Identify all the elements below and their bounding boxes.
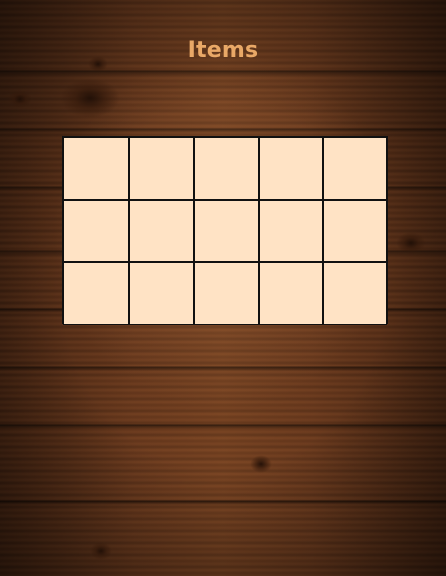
wood-knot <box>60 78 120 118</box>
wood-knot <box>90 542 112 560</box>
inventory-slot[interactable] <box>63 200 129 262</box>
inventory-slot[interactable] <box>259 200 323 262</box>
inventory-slot[interactable] <box>323 262 387 325</box>
inventory-slot[interactable] <box>194 262 259 325</box>
inventory-slot[interactable] <box>323 200 387 262</box>
inventory-slot[interactable] <box>259 137 323 200</box>
wood-knot <box>250 455 272 473</box>
inventory-slot[interactable] <box>63 262 129 325</box>
inventory-slot[interactable] <box>194 137 259 200</box>
inventory-slot[interactable] <box>63 137 129 200</box>
inventory-slot[interactable] <box>323 137 387 200</box>
wood-knot <box>8 90 32 108</box>
wood-knot <box>396 232 426 254</box>
inventory-slot[interactable] <box>129 200 194 262</box>
inventory-slot[interactable] <box>259 262 323 325</box>
inventory-slot[interactable] <box>194 200 259 262</box>
inventory-slot[interactable] <box>129 137 194 200</box>
inventory-slot[interactable] <box>129 262 194 325</box>
inventory-title: Items <box>187 38 259 63</box>
inventory-grid <box>62 136 388 325</box>
